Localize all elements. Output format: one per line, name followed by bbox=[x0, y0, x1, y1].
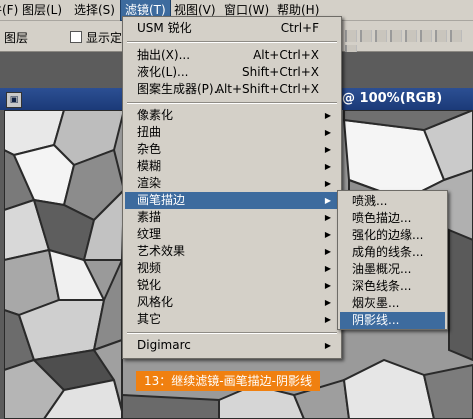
submenu-arrow-icon: ▶ bbox=[324, 145, 331, 154]
menu-select[interactable]: 选择(S) bbox=[70, 0, 119, 20]
menu-separator bbox=[127, 102, 337, 104]
submenu-arrow-icon: ▶ bbox=[324, 315, 331, 324]
menu-item-label: 其它 bbox=[137, 312, 162, 326]
document-icon: ▣ bbox=[6, 92, 22, 108]
show-checkbox[interactable] bbox=[70, 31, 82, 43]
menu-item-label: 杂色 bbox=[137, 142, 162, 156]
submenu-item-sprayed-strokes[interactable]: 喷色描边... bbox=[340, 210, 445, 227]
align-icon[interactable] bbox=[450, 30, 462, 42]
brush-strokes-submenu: 喷溅... 喷色描边... 强化的边缘... 成角的线条... 油墨概况... … bbox=[337, 190, 448, 330]
menu-item-stylize[interactable]: 风格化 ▶ bbox=[125, 294, 339, 311]
menu-item-label: 纹理 bbox=[137, 227, 162, 241]
align-icons bbox=[345, 30, 470, 57]
submenu-item-label: 喷溅... bbox=[352, 194, 388, 208]
submenu-arrow-icon: ▶ bbox=[324, 230, 331, 239]
submenu-item-dark-strokes[interactable]: 深色线条... bbox=[340, 278, 445, 295]
align-icon[interactable] bbox=[360, 30, 372, 42]
submenu-arrow-icon: ▶ bbox=[324, 111, 331, 120]
menu-item-render[interactable]: 渲染 ▶ bbox=[125, 175, 339, 192]
align-icon[interactable] bbox=[390, 30, 402, 42]
menu-item-label: 图案生成器(P)... bbox=[137, 82, 226, 96]
menu-item-label: USM 锐化 bbox=[137, 21, 192, 35]
menu-item-label: 扭曲 bbox=[137, 125, 162, 139]
submenu-item-label: 油墨概况... bbox=[352, 262, 412, 276]
menu-item-video[interactable]: 视频 ▶ bbox=[125, 260, 339, 277]
menu-item-pixelate[interactable]: 像素化 ▶ bbox=[125, 107, 339, 124]
submenu-arrow-icon: ▶ bbox=[324, 298, 331, 307]
menu-item-brush-strokes[interactable]: 画笔描边 ▶ bbox=[125, 192, 339, 209]
menu-item-liquify[interactable]: 液化(L)... Shift+Ctrl+X bbox=[125, 64, 339, 81]
menu-item-blur[interactable]: 模糊 ▶ bbox=[125, 158, 339, 175]
menu-item-sketch[interactable]: 素描 ▶ bbox=[125, 209, 339, 226]
menu-item-artistic[interactable]: 艺术效果 ▶ bbox=[125, 243, 339, 260]
step-caption: 13：继续滤镜-画笔描边-阴影线 bbox=[136, 371, 320, 391]
menu-item-usm-sharpen[interactable]: USM 锐化 Ctrl+F bbox=[125, 20, 339, 37]
filter-menu: USM 锐化 Ctrl+F 抽出(X)... Alt+Ctrl+X 液化(L).… bbox=[122, 16, 342, 359]
menu-item-shortcut: Alt+Shift+Ctrl+X bbox=[215, 82, 319, 96]
menu-item-other[interactable]: 其它 ▶ bbox=[125, 311, 339, 328]
submenu-arrow-icon: ▶ bbox=[324, 162, 331, 171]
submenu-item-crosshatch[interactable]: 阴影线... bbox=[340, 312, 445, 329]
menu-item-label: 风格化 bbox=[137, 295, 174, 309]
submenu-item-label: 烟灰墨... bbox=[352, 296, 400, 310]
submenu-arrow-icon: ▶ bbox=[324, 281, 331, 290]
submenu-arrow-icon: ▶ bbox=[324, 213, 331, 222]
align-icon[interactable] bbox=[435, 30, 447, 42]
menu-item-shortcut: Alt+Ctrl+X bbox=[253, 48, 319, 62]
menu-item-shortcut: Ctrl+F bbox=[280, 21, 319, 35]
menu-item-label: Digimarc bbox=[137, 338, 191, 352]
menu-item-label: 锐化 bbox=[137, 278, 162, 292]
submenu-arrow-icon: ▶ bbox=[324, 341, 331, 350]
menu-item-label: 抽出(X)... bbox=[137, 48, 191, 62]
menu-item-label: 画笔描边 bbox=[137, 193, 186, 207]
submenu-item-label: 成角的线条... bbox=[352, 245, 424, 259]
submenu-item-label: 强化的边缘... bbox=[352, 228, 424, 242]
layer-label: 图层 bbox=[4, 31, 29, 45]
submenu-item-label: 喷色描边... bbox=[352, 211, 412, 225]
show-label: 显示定 bbox=[86, 31, 123, 45]
document-title: @ 100%(RGB) bbox=[342, 91, 443, 106]
menu-item-pattern-maker[interactable]: 图案生成器(P)... Alt+Shift+Ctrl+X bbox=[125, 81, 339, 98]
submenu-arrow-icon: ▶ bbox=[324, 179, 331, 188]
align-icon[interactable] bbox=[420, 30, 432, 42]
menu-item-label: 艺术效果 bbox=[137, 244, 186, 258]
menu-layer[interactable]: 图层(L) bbox=[18, 0, 66, 20]
menu-separator bbox=[127, 41, 337, 43]
menu-item-extract[interactable]: 抽出(X)... Alt+Ctrl+X bbox=[125, 47, 339, 64]
submenu-item-ink-outlines[interactable]: 油墨概况... bbox=[340, 261, 445, 278]
menu-item-texture[interactable]: 纹理 ▶ bbox=[125, 226, 339, 243]
menu-item-shortcut: Shift+Ctrl+X bbox=[242, 65, 319, 79]
menu-item-label: 像素化 bbox=[137, 108, 174, 122]
submenu-item-label: 深色线条... bbox=[352, 279, 412, 293]
submenu-arrow-icon: ▶ bbox=[324, 196, 331, 205]
submenu-item-accented-edges[interactable]: 强化的边缘... bbox=[340, 227, 445, 244]
menu-separator bbox=[127, 332, 337, 334]
submenu-item-spatter[interactable]: 喷溅... bbox=[340, 193, 445, 210]
submenu-item-angled-strokes[interactable]: 成角的线条... bbox=[340, 244, 445, 261]
menu-item-label: 液化(L)... bbox=[137, 65, 189, 79]
submenu-arrow-icon: ▶ bbox=[324, 247, 331, 256]
menu-item-sharpen[interactable]: 锐化 ▶ bbox=[125, 277, 339, 294]
submenu-item-label: 阴影线... bbox=[352, 313, 400, 327]
submenu-arrow-icon: ▶ bbox=[324, 128, 331, 137]
menu-item-distort[interactable]: 扭曲 ▶ bbox=[125, 124, 339, 141]
submenu-arrow-icon: ▶ bbox=[324, 264, 331, 273]
menu-item-label: 模糊 bbox=[137, 159, 162, 173]
align-icon[interactable] bbox=[375, 30, 387, 42]
submenu-item-sumi-e[interactable]: 烟灰墨... bbox=[340, 295, 445, 312]
align-icon[interactable] bbox=[345, 30, 357, 42]
menu-item-label: 渲染 bbox=[137, 176, 162, 190]
menu-item-label: 视频 bbox=[137, 261, 162, 275]
menu-item-digimarc[interactable]: Digimarc ▶ bbox=[125, 337, 339, 354]
menu-item-noise[interactable]: 杂色 ▶ bbox=[125, 141, 339, 158]
menu-item-label: 素描 bbox=[137, 210, 162, 224]
align-icon[interactable] bbox=[405, 30, 417, 42]
